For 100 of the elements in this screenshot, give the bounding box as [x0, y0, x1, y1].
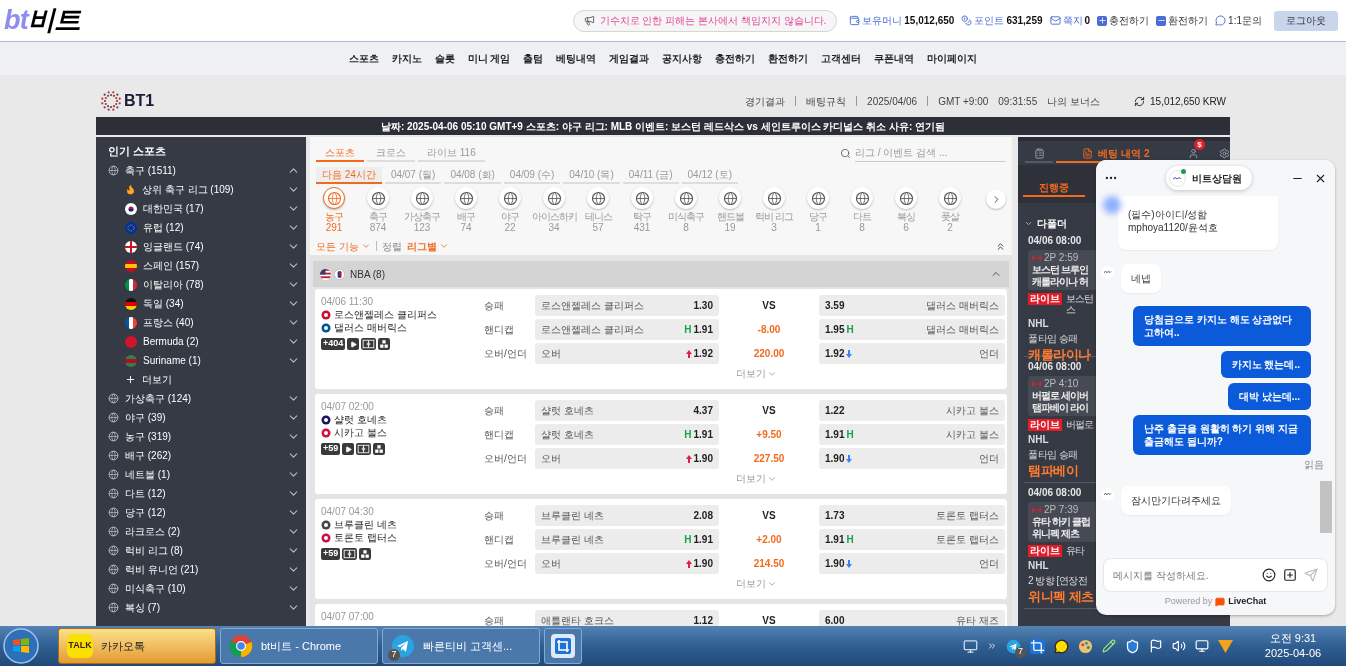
- field-icon[interactable]: [361, 338, 377, 350]
- collapse-all-icon[interactable]: [995, 240, 1006, 252]
- team-name[interactable]: 로스앤젤레스 클리퍼스: [334, 307, 437, 322]
- odds-button[interactable]: 1.92 언더: [819, 343, 1005, 364]
- team-name[interactable]: 토론토 랩터스: [334, 530, 397, 545]
- market-count-badge[interactable]: +59: [321, 443, 341, 455]
- team-name[interactable]: 댈러스 매버릭스: [334, 320, 407, 335]
- message-input[interactable]: 메시지를 작성하세요.: [1113, 567, 1255, 583]
- sidebar-item[interactable]: 네트볼 (1): [125, 467, 170, 482]
- logout-button[interactable]: 로그아웃: [1274, 10, 1338, 31]
- odds-button[interactable]: 브루클린 네츠 H 1.91: [535, 529, 719, 550]
- sidebar-subitem[interactable]: Bermuda (2): [143, 334, 199, 349]
- message-composer[interactable]: 메시지를 작성하세요.: [1103, 558, 1328, 592]
- sidebar-subitem[interactable]: 스페인 (157): [143, 258, 200, 273]
- account-link[interactable]: 1:1문의: [1228, 13, 1262, 28]
- sidebar-subitem[interactable]: 상위 축구 리그 (109): [142, 182, 234, 197]
- sidebar-item[interactable]: 가상축구 (124): [125, 391, 192, 406]
- sidebar-item[interactable]: 축구 (1511): [125, 163, 176, 178]
- account-link[interactable]: 충전하기: [1109, 13, 1150, 28]
- refresh-icon[interactable]: [1134, 95, 1145, 107]
- status-tab[interactable]: 진행중: [1023, 179, 1085, 197]
- sidebar-item[interactable]: 당구 (12): [125, 505, 166, 520]
- nav-link[interactable]: 슬롯: [434, 51, 455, 66]
- play-icon[interactable]: [347, 338, 360, 350]
- nav-link[interactable]: 게임결과: [609, 51, 650, 66]
- nav-link[interactable]: 베팅내역: [556, 51, 597, 66]
- monitor-icon[interactable]: [963, 638, 978, 654]
- taskbar-button[interactable]: bt비트 - Chrome: [220, 628, 378, 664]
- speech-bubble-icon[interactable]: [1054, 638, 1069, 654]
- attach-icon[interactable]: [1283, 568, 1297, 582]
- odds-button[interactable]: 1.90 언더: [819, 448, 1005, 469]
- nav-link[interactable]: 공지사항: [662, 51, 703, 66]
- search-field[interactable]: 리그 / 이벤트 검색 ...: [855, 144, 1006, 162]
- odds-button[interactable]: 브루클린 네츠 2.08: [535, 505, 719, 526]
- sidebar-subitem[interactable]: 독일 (34): [143, 296, 184, 311]
- flag-tray-icon[interactable]: [1149, 639, 1163, 653]
- odds-button[interactable]: 1.95 H 댈러스 매버릭스: [819, 319, 1005, 340]
- nav-link[interactable]: 마이페이지: [927, 51, 978, 66]
- odds-button[interactable]: 6.00 유타 재즈: [819, 610, 1005, 626]
- crop-icon[interactable]: [1030, 638, 1045, 654]
- sidebar-item[interactable]: 미식축구 (10): [125, 581, 186, 596]
- site-logo[interactable]: bt비트: [4, 7, 81, 34]
- sidebar-subitem[interactable]: 잉글랜드 (74): [143, 239, 204, 254]
- pencil-icon[interactable]: [1102, 639, 1116, 653]
- nav-link[interactable]: 미니 게임: [467, 51, 511, 66]
- sidebar-subitem[interactable]: 프랑스 (40): [143, 315, 194, 330]
- odds-button[interactable]: 1.73 토론토 랩터스: [819, 505, 1005, 526]
- play-icon[interactable]: [342, 443, 355, 455]
- emoji-icon[interactable]: [1262, 568, 1276, 582]
- shield-icon[interactable]: [1125, 638, 1140, 654]
- nav-link[interactable]: 환전하기: [768, 51, 809, 66]
- odds-button[interactable]: 오버 1.90: [535, 448, 719, 469]
- taskbar-button[interactable]: 7 빠른티비 고객센...: [382, 628, 540, 664]
- odds-button[interactable]: 오버 1.90: [535, 553, 719, 574]
- nav-link[interactable]: 충전하기: [715, 51, 756, 66]
- volume-icon[interactable]: [1172, 639, 1186, 653]
- team-name[interactable]: 샬럿 호네츠: [334, 412, 387, 427]
- arrow-down-icon[interactable]: [1218, 639, 1233, 653]
- sidebar-item[interactable]: 럭비 리그 (8): [125, 543, 183, 558]
- nav-link[interactable]: 쿠폰내역: [874, 51, 915, 66]
- sidebar-item[interactable]: 라크로스 (2): [125, 524, 180, 539]
- sidebar-item[interactable]: 야구 (39): [125, 410, 166, 425]
- odds-button[interactable]: 로스앤젤레스 클리퍼스 1.30: [535, 295, 719, 316]
- odds-button[interactable]: 로스앤젤레스 클리퍼스 H 1.91: [535, 319, 719, 340]
- market-count-badge[interactable]: +59: [321, 548, 341, 560]
- odds-button[interactable]: 오버 1.92: [535, 343, 719, 364]
- account-link[interactable]: 환전하기: [1168, 13, 1209, 28]
- nav-link[interactable]: 출텀: [523, 51, 544, 66]
- nav-link[interactable]: 스포츠: [348, 51, 379, 66]
- more-link[interactable]: 더보기: [142, 372, 172, 387]
- market-count-badge[interactable]: +404: [321, 338, 346, 350]
- odds-button[interactable]: 1.22 시카고 불스: [819, 400, 1005, 421]
- header-link[interactable]: 배팅규칙: [806, 93, 847, 109]
- stats-icon[interactable]: [359, 548, 372, 560]
- odds-button[interactable]: 샬럿 호네츠 4.37: [535, 400, 719, 421]
- odds-button[interactable]: 1.91 H 시카고 불스: [819, 424, 1005, 445]
- team-name[interactable]: 브루클린 네츠: [334, 517, 397, 532]
- sidebar-subitem[interactable]: 유럽 (12): [143, 220, 184, 235]
- stats-icon[interactable]: [373, 443, 386, 455]
- paper-plane-icon[interactable]: [1006, 638, 1021, 654]
- sidebar-subitem[interactable]: Suriname (1): [143, 353, 201, 368]
- header-link[interactable]: 경기결과: [745, 93, 786, 109]
- odds-button[interactable]: 3.59 댈러스 매버릭스: [819, 295, 1005, 316]
- stats-icon[interactable]: [378, 338, 391, 350]
- sidebar-item[interactable]: 다트 (12): [125, 486, 166, 501]
- sidebar-item[interactable]: 농구 (319): [125, 429, 172, 444]
- start-button[interactable]: [2, 627, 40, 665]
- odds-button[interactable]: 애틀랜타 호크스 1.12: [535, 610, 719, 626]
- odds-button[interactable]: 샬럿 호네츠 H 1.91: [535, 424, 719, 445]
- nav-link[interactable]: 카지노: [391, 51, 422, 66]
- team-name[interactable]: 시카고 불스: [334, 425, 387, 440]
- field-icon[interactable]: [356, 443, 372, 455]
- field-icon[interactable]: [342, 548, 358, 560]
- taskbar-button[interactable]: [544, 628, 582, 664]
- bonus-link[interactable]: 나의 보너스: [1047, 93, 1100, 109]
- sidebar-item[interactable]: 복싱 (7): [125, 600, 160, 615]
- sidebar-subitem[interactable]: 대한민국 (17): [143, 201, 204, 216]
- chevrons-icon[interactable]: [987, 641, 997, 651]
- nav-link[interactable]: 고객센터: [821, 51, 862, 66]
- odds-button[interactable]: 1.91 H 토론토 랩터스: [819, 529, 1005, 550]
